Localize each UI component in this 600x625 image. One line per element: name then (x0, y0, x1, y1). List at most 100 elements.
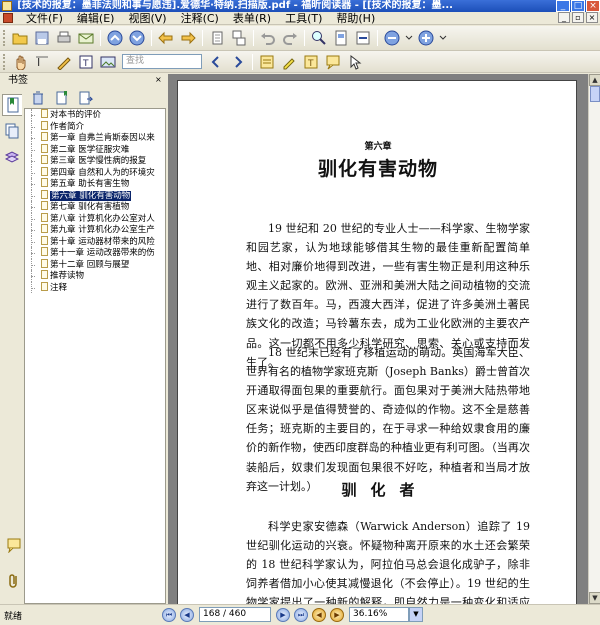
toolbar-grip[interactable] (3, 30, 6, 46)
zoom-in-icon[interactable] (417, 29, 435, 47)
typewriter-icon[interactable]: T (302, 53, 320, 71)
bookmark-item[interactable]: 第十一章 运动改器带来的伤 (25, 247, 165, 259)
close-button[interactable]: × (586, 0, 600, 12)
bookmark-page-icon (41, 247, 48, 256)
zoom-input[interactable]: 36.16% (349, 607, 409, 622)
next-page-icon[interactable]: ▶ (276, 607, 290, 622)
bookmark-item[interactable]: 推荐读物 (25, 270, 165, 282)
scroll-up-icon[interactable]: ▲ (589, 74, 600, 86)
zoom-out-icon[interactable] (383, 29, 401, 47)
title-bar: [技术的报复：墨菲法则和事与愿违].爱德华·特纳.扫描版.pdf - 福昕阅读器… (0, 0, 600, 12)
fit-page-icon[interactable] (332, 29, 350, 47)
scroll-thumb[interactable] (590, 86, 600, 102)
save-icon[interactable] (33, 29, 51, 47)
find-previous-icon[interactable] (207, 53, 225, 71)
menu-file[interactable]: 文件(F) (19, 12, 70, 25)
menu-form[interactable]: 表单(R) (226, 12, 278, 25)
single-page-icon[interactable] (208, 29, 226, 47)
bookmark-page-icon (41, 109, 48, 118)
bookmark-item[interactable]: 第十二章 回顾与展望 (25, 258, 165, 271)
first-page-icon[interactable]: ⏮ (162, 607, 176, 622)
bookmark-item[interactable]: 对本书的评价 (25, 109, 165, 121)
go-forward-icon[interactable]: ▶ (330, 607, 344, 622)
bookmarks-tab-icon[interactable] (2, 94, 22, 116)
print-icon[interactable] (55, 29, 73, 47)
menu-tools[interactable]: 工具(T) (278, 12, 329, 25)
page-number-input[interactable]: 168 / 460 (199, 607, 271, 622)
bookmark-item[interactable]: 第七章 驯化有害植物 (25, 201, 165, 213)
delete-bookmark-icon[interactable] (30, 90, 46, 106)
find-input[interactable]: 查找 (122, 54, 202, 69)
scroll-down-icon[interactable]: ▼ (589, 592, 600, 604)
chevron-down-icon[interactable] (405, 29, 413, 47)
redo-icon[interactable] (281, 29, 299, 47)
bookmark-item[interactable]: 注释 (25, 281, 165, 294)
go-back-icon[interactable]: ◀ (312, 607, 326, 622)
panel-close-icon[interactable]: × (155, 76, 163, 84)
chapter-number: 第六章 (364, 142, 392, 152)
snapshot-icon[interactable] (55, 53, 73, 71)
callout-icon[interactable] (324, 53, 342, 71)
bookmark-item[interactable]: 第三章 医学慢性病的报复 (25, 155, 165, 167)
bookmark-tree[interactable]: 对本书的评价 作者简介 第一章 自弗兰肯斯泰因以来 第二章 医学征服灾难 第三章 医学慢… (24, 108, 166, 604)
menu-edit[interactable]: 编辑(E) (70, 12, 122, 25)
comments-tab-icon[interactable] (4, 534, 24, 556)
find-next-icon[interactable] (229, 53, 247, 71)
doc-restore-button[interactable]: ▫ (572, 12, 584, 23)
layers-tab-icon[interactable] (2, 146, 22, 168)
document-menu-icon[interactable] (3, 13, 13, 23)
bookmark-item[interactable]: 第十章 运动器材带来的风险 (25, 235, 165, 248)
zoom-tool-icon[interactable] (310, 29, 328, 47)
fit-width-icon[interactable] (354, 29, 372, 47)
bookmark-properties-icon[interactable] (78, 90, 94, 106)
bookmark-item[interactable]: 第五章 助长有害生物 (25, 178, 165, 190)
cursor-icon[interactable] (346, 53, 364, 71)
chevron-down-icon[interactable]: ▼ (409, 607, 423, 622)
doc-minimize-button[interactable]: _ (558, 12, 570, 23)
open-folder-icon[interactable] (11, 29, 29, 47)
bookmark-item[interactable]: 作者简介 (25, 120, 165, 133)
attachments-tab-icon[interactable] (4, 570, 24, 592)
new-bookmark-icon[interactable] (54, 90, 70, 106)
bookmark-label: 第十章 运动器材带来的风险 (50, 236, 155, 247)
bookmark-item[interactable]: 第一章 自弗兰肯斯泰因以来 (25, 132, 165, 144)
doc-close-button[interactable]: × (586, 12, 598, 23)
back-arrow-icon[interactable] (157, 29, 175, 47)
page-navigation: ⏮ ◀ 168 / 460 ▶ ⏭ ◀ ▶ 36.16% ▼ (160, 607, 423, 622)
continuous-page-icon[interactable] (230, 29, 248, 47)
note-icon[interactable] (258, 53, 276, 71)
bookmark-item[interactable]: 第二章 医学征服灾难 (25, 143, 165, 156)
undo-icon[interactable] (259, 29, 277, 47)
previous-page-icon[interactable]: ◀ (180, 607, 194, 622)
pages-tab-icon[interactable] (2, 120, 22, 142)
page-down-icon[interactable] (128, 29, 146, 47)
bookmark-item[interactable]: 第六章 驯化有害动物 (25, 189, 165, 202)
menu-view[interactable]: 视图(V) (121, 12, 173, 25)
bookmark-page-icon (41, 143, 48, 153)
bookmark-page-icon (41, 235, 48, 245)
bookmark-item[interactable]: 第八章 计算机化办公室对人 (25, 212, 165, 225)
bookmark-item[interactable]: 第四章 自然和人为的环境灾 (25, 166, 165, 179)
menu-comment[interactable]: 注释(C) (174, 12, 226, 25)
vertical-scrollbar[interactable]: ▲ ▼ (588, 74, 600, 604)
minimize-button[interactable]: _ (556, 0, 570, 12)
last-page-icon[interactable]: ⏭ (294, 607, 308, 622)
page-up-icon[interactable] (106, 29, 124, 47)
bookmark-label: 第九章 计算机化办公室生产 (50, 225, 155, 235)
select-text-icon[interactable]: I (33, 53, 51, 71)
bookmark-page-icon (41, 120, 48, 130)
text-box-icon[interactable]: T (77, 53, 95, 71)
chevron-down-icon[interactable] (439, 29, 447, 47)
email-icon[interactable] (77, 29, 95, 47)
image-icon[interactable] (99, 53, 117, 71)
highlight-icon[interactable] (280, 53, 298, 71)
document-window-controls: _ ▫ × (556, 12, 598, 23)
maximize-button[interactable]: □ (571, 0, 585, 12)
toolbar-grip[interactable] (3, 53, 6, 70)
bookmark-page-icon (41, 258, 48, 268)
hand-tool-icon[interactable] (11, 53, 29, 71)
bookmark-item[interactable]: 第九章 计算机化办公室生产 (25, 224, 165, 236)
forward-arrow-icon[interactable] (179, 29, 197, 47)
menu-help[interactable]: 帮助(H) (329, 12, 382, 25)
document-view[interactable]: 第六章 驯化有害动物 19 世纪和 20 世纪的专业人士——科学家、生物学家和园… (168, 74, 588, 604)
